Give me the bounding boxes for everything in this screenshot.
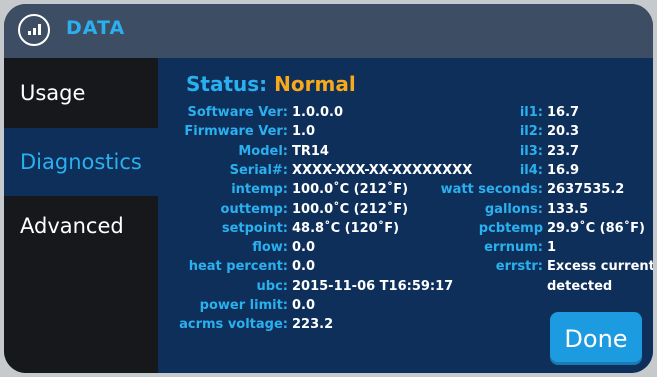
field-key: acrms voltage:	[179, 317, 288, 333]
tab-advanced[interactable]: Advanced	[4, 196, 158, 256]
window-title: DATA	[66, 17, 126, 39]
field-value: 133.5	[547, 201, 589, 217]
field-key: intemp:	[231, 182, 288, 198]
field-value: 16.9	[547, 162, 580, 178]
field-key: il4:	[519, 162, 543, 178]
field-value: 0.0	[292, 298, 316, 313]
field-value: 1.0	[292, 124, 316, 140]
status-label: Status:	[186, 72, 268, 96]
field-key: ubc:	[256, 278, 288, 294]
field-value: 100.0˚C (212˚F)	[292, 182, 409, 198]
field-key: heat percent:	[188, 259, 288, 275]
tab-diagnostics[interactable]: Diagnostics	[4, 128, 158, 196]
field-value: 20.3	[547, 124, 580, 140]
field-key: watt seconds:	[440, 182, 543, 198]
field-key: Model:	[238, 143, 288, 159]
field-key: Serial#:	[229, 162, 288, 178]
tab-usage[interactable]: Usage	[4, 58, 158, 128]
device-screen: DATA Usage Diagnostics Advanced Status: …	[4, 4, 653, 373]
field-key: power limit:	[199, 298, 288, 313]
field-value: 1	[547, 240, 557, 256]
field-value: 23.7	[547, 143, 580, 159]
field-value: 1.0.0.0	[292, 105, 343, 120]
field-key: outtemp:	[220, 201, 288, 217]
field-key: pcbtemp	[478, 220, 543, 236]
field-value: TR14	[292, 143, 329, 159]
field-key: flow:	[252, 240, 288, 256]
field-value: Excess current	[547, 259, 653, 275]
diagnostics-panel: Status: Normal Software Ver: 1.0.0.0 Firmw…	[158, 58, 653, 373]
field-value: XXXX-XXX-XX-XXXXXXXX	[292, 162, 473, 178]
done-button[interactable]: Done	[550, 312, 642, 365]
data-chart-icon	[18, 14, 50, 46]
field-key: il1:	[519, 105, 543, 120]
field-key: il2:	[519, 124, 543, 140]
field-value: 0.0	[292, 259, 316, 275]
field-value: 48.8˚C (120˚F)	[292, 220, 400, 236]
field-key: setpoint:	[221, 220, 288, 236]
field-key: il3:	[519, 143, 543, 159]
field-value: 2015-11-06 T16:59:17	[292, 278, 454, 294]
field-value: 16.7	[547, 105, 580, 120]
field-value-continued: detected	[547, 278, 613, 294]
field-key: gallons:	[484, 201, 543, 217]
field-key: errstr:	[495, 259, 543, 275]
field-value: 100.0˚C (212˚F)	[292, 201, 409, 217]
field-key: Firmware Ver:	[184, 124, 288, 140]
status-line: Status: Normal	[186, 72, 356, 96]
sidebar: Usage Diagnostics Advanced	[4, 58, 158, 373]
title-bar: DATA	[4, 4, 653, 58]
field-value: 0.0	[292, 240, 316, 256]
field-value: 223.2	[292, 317, 334, 333]
field-key: Software Ver:	[187, 105, 288, 120]
field-value: 2637535.2	[547, 182, 625, 198]
field-key: errnum:	[484, 240, 543, 256]
status-value: Normal	[274, 72, 356, 96]
field-value: 29.9˚C (86˚F)	[547, 220, 645, 236]
